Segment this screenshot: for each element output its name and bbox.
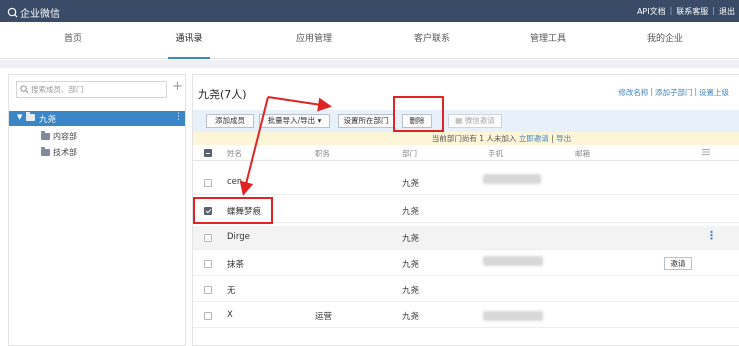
col-name[interactable]: 姓名 xyxy=(227,148,242,159)
tree-item-label: 内容部 xyxy=(53,131,77,141)
rename-link[interactable]: 修改名称 xyxy=(618,87,648,98)
search-placeholder: 搜索成员、部门 xyxy=(31,85,84,94)
batch-import-export-button[interactable]: 批量导入/导出 ▾ xyxy=(259,114,330,128)
col-title[interactable]: 职务 xyxy=(315,148,330,159)
notice-text: 当前部门尚有 1 人未加入 xyxy=(431,134,517,143)
row-checkbox[interactable] xyxy=(204,312,212,320)
search-icon xyxy=(20,85,29,94)
member-name: X xyxy=(227,310,233,320)
caret-down-icon[interactable]: ▼ xyxy=(17,113,22,121)
add-department-button[interactable]: + xyxy=(172,79,183,94)
redacted-phone xyxy=(483,174,541,184)
table-row[interactable]: 抹茶 九尧 邀请 xyxy=(193,252,739,276)
pending-notice: 当前部门尚有 1 人未加入 立即邀请 | 导出 xyxy=(193,132,739,145)
select-all-checkbox[interactable] xyxy=(204,149,212,157)
separator: | xyxy=(712,6,715,15)
api-docs-link[interactable]: API文档 xyxy=(637,6,666,17)
member-name: Dirge xyxy=(227,232,250,242)
tree-item-content-dept[interactable]: 内容部 xyxy=(41,130,77,142)
brand-name: 企业微信 xyxy=(20,9,60,20)
department-sidebar: 搜索成员、部门 + ▼ 九尧 ⋮ 内容部 技术部 xyxy=(8,74,186,346)
separator: | xyxy=(669,6,673,15)
add-member-button[interactable]: 添加成员 xyxy=(206,114,254,128)
tree-item-label: 九尧 xyxy=(39,115,57,125)
top-links: API文档 | 联系客服 | 退出 xyxy=(637,6,735,17)
divider xyxy=(0,60,739,68)
nav-app-management[interactable]: 应用管理 xyxy=(279,22,349,59)
member-name: 抹茶 xyxy=(227,260,245,270)
tree-item-root[interactable]: ▼ 九尧 ⋮ xyxy=(9,111,185,126)
set-parent-link[interactable]: 设置上级 xyxy=(699,87,729,98)
separator: | xyxy=(694,87,697,96)
invite-button[interactable]: 邀请 xyxy=(664,257,692,270)
logout-link[interactable]: 退出 xyxy=(719,6,735,17)
nav-my-enterprise[interactable]: 我的企业 xyxy=(630,22,700,59)
member-dept: 九尧 xyxy=(402,207,420,217)
table-row[interactable]: Dirge 九尧 ⋮ xyxy=(193,226,739,250)
row-more-icon[interactable]: ⋮ xyxy=(706,229,717,242)
top-bar: 企业微信 API文档 | 联系客服 | 退出 xyxy=(0,0,739,22)
department-links: 修改名称 | 添加子部门 | 设置上级 xyxy=(618,87,729,98)
nav-management-tools[interactable]: 管理工具 xyxy=(513,22,583,59)
member-panel: 九尧(7人) 修改名称 | 添加子部门 | 设置上级 添加成员 批量导入/导出 … xyxy=(192,74,739,346)
member-title: 运营 xyxy=(315,312,333,322)
contact-support-link[interactable]: 联系客服 xyxy=(676,6,708,17)
member-dept: 九尧 xyxy=(402,234,420,244)
folder-icon xyxy=(41,146,50,156)
redacted-phone xyxy=(483,256,543,266)
member-name: cen xyxy=(227,177,243,187)
columns-icon[interactable] xyxy=(702,148,710,156)
row-checkbox[interactable] xyxy=(204,179,212,187)
member-dept: 九尧 xyxy=(402,312,420,322)
redacted-phone xyxy=(483,311,543,321)
member-dept: 九尧 xyxy=(402,179,420,189)
table-row[interactable]: X 运营 九尧 xyxy=(193,304,739,328)
invite-now-link[interactable]: 立即邀请 xyxy=(519,134,549,143)
export-link[interactable]: 导出 xyxy=(556,134,571,143)
row-checkbox[interactable] xyxy=(204,234,212,242)
wechat-invite-label: 微信邀请 xyxy=(464,116,495,125)
search-input[interactable]: 搜索成员、部门 xyxy=(16,81,167,98)
wechat-invite-button[interactable]: ▦ 微信邀请 xyxy=(448,114,502,128)
folder-icon xyxy=(41,130,50,140)
member-dept: 九尧 xyxy=(402,260,420,270)
main-nav: 首页 通讯录 应用管理 客户联系 管理工具 我的企业 xyxy=(0,22,739,59)
notice-separator: | xyxy=(551,134,554,143)
table-row[interactable]: 蝶舞梦痕 九尧 xyxy=(193,199,739,223)
table-header: 姓名 职务 部门 手机 邮箱 xyxy=(193,145,739,161)
toolbar: 添加成员 批量导入/导出 ▾ 设置所在部门 删除 ▦ 微信邀请 xyxy=(193,110,739,132)
folder-icon xyxy=(26,112,35,121)
separator: | xyxy=(650,87,653,96)
nav-contacts[interactable]: 通讯录 xyxy=(154,22,224,59)
annotation-highlight-delete xyxy=(393,96,444,132)
tree-item-label: 技术部 xyxy=(53,147,77,157)
add-subdept-link[interactable]: 添加子部门 xyxy=(655,87,693,98)
col-dept[interactable]: 部门 xyxy=(402,148,417,159)
tree-item-tech-dept[interactable]: 技术部 xyxy=(41,146,77,158)
row-checkbox[interactable] xyxy=(204,286,212,294)
table-row[interactable]: cen 九尧 xyxy=(193,171,739,195)
row-checkbox[interactable] xyxy=(204,260,212,268)
table-row[interactable]: 无 九尧 xyxy=(193,278,739,302)
member-dept: 九尧 xyxy=(402,286,420,296)
page-title: 九尧(7人) xyxy=(198,88,247,101)
col-email[interactable]: 邮箱 xyxy=(575,148,590,159)
grid-icon: ▦ xyxy=(455,116,465,125)
member-name: 无 xyxy=(227,286,236,296)
wecom-logo-icon xyxy=(7,7,18,18)
set-department-button[interactable]: 设置所在部门 xyxy=(338,114,394,128)
col-phone[interactable]: 手机 xyxy=(488,148,503,159)
nav-home[interactable]: 首页 xyxy=(38,22,108,59)
brand[interactable]: 企业微信 xyxy=(7,5,60,20)
more-icon[interactable]: ⋮ xyxy=(174,112,183,122)
annotation-highlight-member xyxy=(193,197,273,224)
nav-customer-contact[interactable]: 客户联系 xyxy=(397,22,467,59)
